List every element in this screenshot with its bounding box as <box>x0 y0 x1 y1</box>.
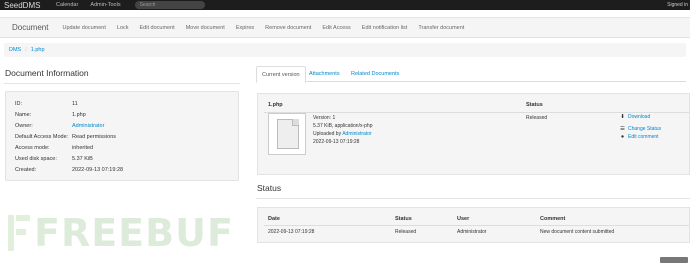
edit-document-link[interactable]: Edit document <box>140 25 175 31</box>
download-label: Download <box>628 114 651 120</box>
download-icon: ⬇ <box>620 114 625 120</box>
status-header-comment: Comment <box>540 216 566 222</box>
edit-comment-label: Edit comment <box>628 134 659 140</box>
list-icon: ☰ <box>620 126 625 132</box>
breadcrumb-dms[interactable]: DMS <box>9 47 21 53</box>
edit-access-link[interactable]: Edit Access <box>322 25 350 31</box>
document-info-title: Document Information <box>5 68 89 78</box>
uploader-link[interactable]: Administrator <box>342 131 371 137</box>
status-header-date: Date <box>268 216 280 222</box>
lock-link[interactable]: Lock <box>117 25 129 31</box>
info-label-created: Created: <box>15 167 37 173</box>
breadcrumb: DMS / 1.php <box>4 43 686 57</box>
tab-current-version[interactable]: Current version <box>256 66 306 83</box>
version-header-name: 1.php <box>268 102 283 108</box>
signed-in-menu[interactable]: Signed in <box>667 2 688 8</box>
brand-logo[interactable]: SeedDMS <box>4 1 56 10</box>
divider <box>256 198 690 199</box>
search-input[interactable]: Search <box>134 1 205 9</box>
document-toolbar: Document Update document Lock Edit docum… <box>0 17 690 38</box>
info-label-owner: Owner: <box>15 123 33 129</box>
version-header-status: Status <box>526 102 543 108</box>
corner-badge <box>660 257 688 263</box>
change-status-label: Change Status <box>628 126 662 132</box>
watermark-logo-icon <box>8 215 30 251</box>
version-date: 2022-09-13 07:19:28 <box>313 139 360 145</box>
nav-admin-tools[interactable]: Admin-Tools <box>90 2 120 8</box>
watermark-text: FREEBUF <box>34 211 234 255</box>
divider <box>264 225 689 226</box>
info-value-created: 2022-09-13 07:19:28 <box>72 167 124 173</box>
nav-calendar[interactable]: Calendar <box>56 2 78 8</box>
content-tabs: Current version Attachments Related Docu… <box>256 66 686 83</box>
status-row-date: 2022-09-13 07:19:28 <box>268 229 315 235</box>
status-row-comment: New document content submitted <box>540 229 615 235</box>
edit-notification-list-link[interactable]: Edit notification list <box>362 25 408 31</box>
breadcrumb-current[interactable]: 1.php <box>31 47 45 53</box>
comment-icon: ● <box>620 134 625 140</box>
info-label-default-access: Default Access Mode: <box>15 134 69 140</box>
top-navbar: SeedDMS Calendar Admin-Tools Search Sign… <box>0 0 690 10</box>
info-value-name: 1.php <box>72 112 86 118</box>
watermark: FREEBUF <box>8 208 234 258</box>
status-section-title: Status <box>257 183 282 193</box>
tab-attachments[interactable]: Attachments <box>304 66 345 82</box>
status-panel: Date Status User Comment 2022-09-13 07:1… <box>257 207 690 243</box>
version-size: 5.37 KiB, application/x-php <box>313 123 373 129</box>
info-label-id: ID: <box>15 101 23 107</box>
divider <box>4 83 240 84</box>
version-status: Released <box>526 115 548 121</box>
info-value-disk-space: 5.37 KiB <box>72 156 93 162</box>
status-header-user: User <box>457 216 470 222</box>
expires-link[interactable]: Expires <box>236 25 254 31</box>
move-document-link[interactable]: Move document <box>186 25 225 31</box>
info-label-disk-space: Used disk space: <box>15 156 57 162</box>
change-status-action[interactable]: ☰ Change Status <box>620 126 661 132</box>
divider <box>264 112 689 113</box>
document-preview-thumbnail[interactable] <box>268 113 306 155</box>
toolbar-title: Document <box>12 23 49 32</box>
info-value-access-mode: inherited <box>72 145 94 151</box>
status-row-user: Administrator <box>457 229 487 235</box>
remove-document-link[interactable]: Remove document <box>265 25 311 31</box>
edit-comment-action[interactable]: ● Edit comment <box>620 134 659 140</box>
uploaded-by-label: Uploaded by <box>313 131 342 137</box>
breadcrumb-separator: / <box>25 47 27 53</box>
status-header-status: Status <box>395 216 412 222</box>
uploaded-by: Uploaded by Administrator <box>313 131 372 137</box>
document-info-panel: ID: 11 Name: 1.php Owner: Administrator … <box>5 91 239 181</box>
version-number: Version: 1 <box>313 115 336 121</box>
tab-related-documents[interactable]: Related Documents <box>346 66 404 82</box>
download-action[interactable]: ⬇ Download <box>620 114 650 120</box>
update-document-link[interactable]: Update document <box>62 25 105 31</box>
info-label-access-mode: Access mode: <box>15 145 50 151</box>
info-value-id: 11 <box>72 101 78 107</box>
file-icon <box>277 119 299 149</box>
info-value-default-access: Read permissions <box>72 134 117 140</box>
owner-link[interactable]: Administrator <box>72 123 104 129</box>
info-label-name: Name: <box>15 112 32 118</box>
transfer-document-link[interactable]: Transfer document <box>418 25 464 31</box>
status-row-status: Released <box>395 229 417 235</box>
